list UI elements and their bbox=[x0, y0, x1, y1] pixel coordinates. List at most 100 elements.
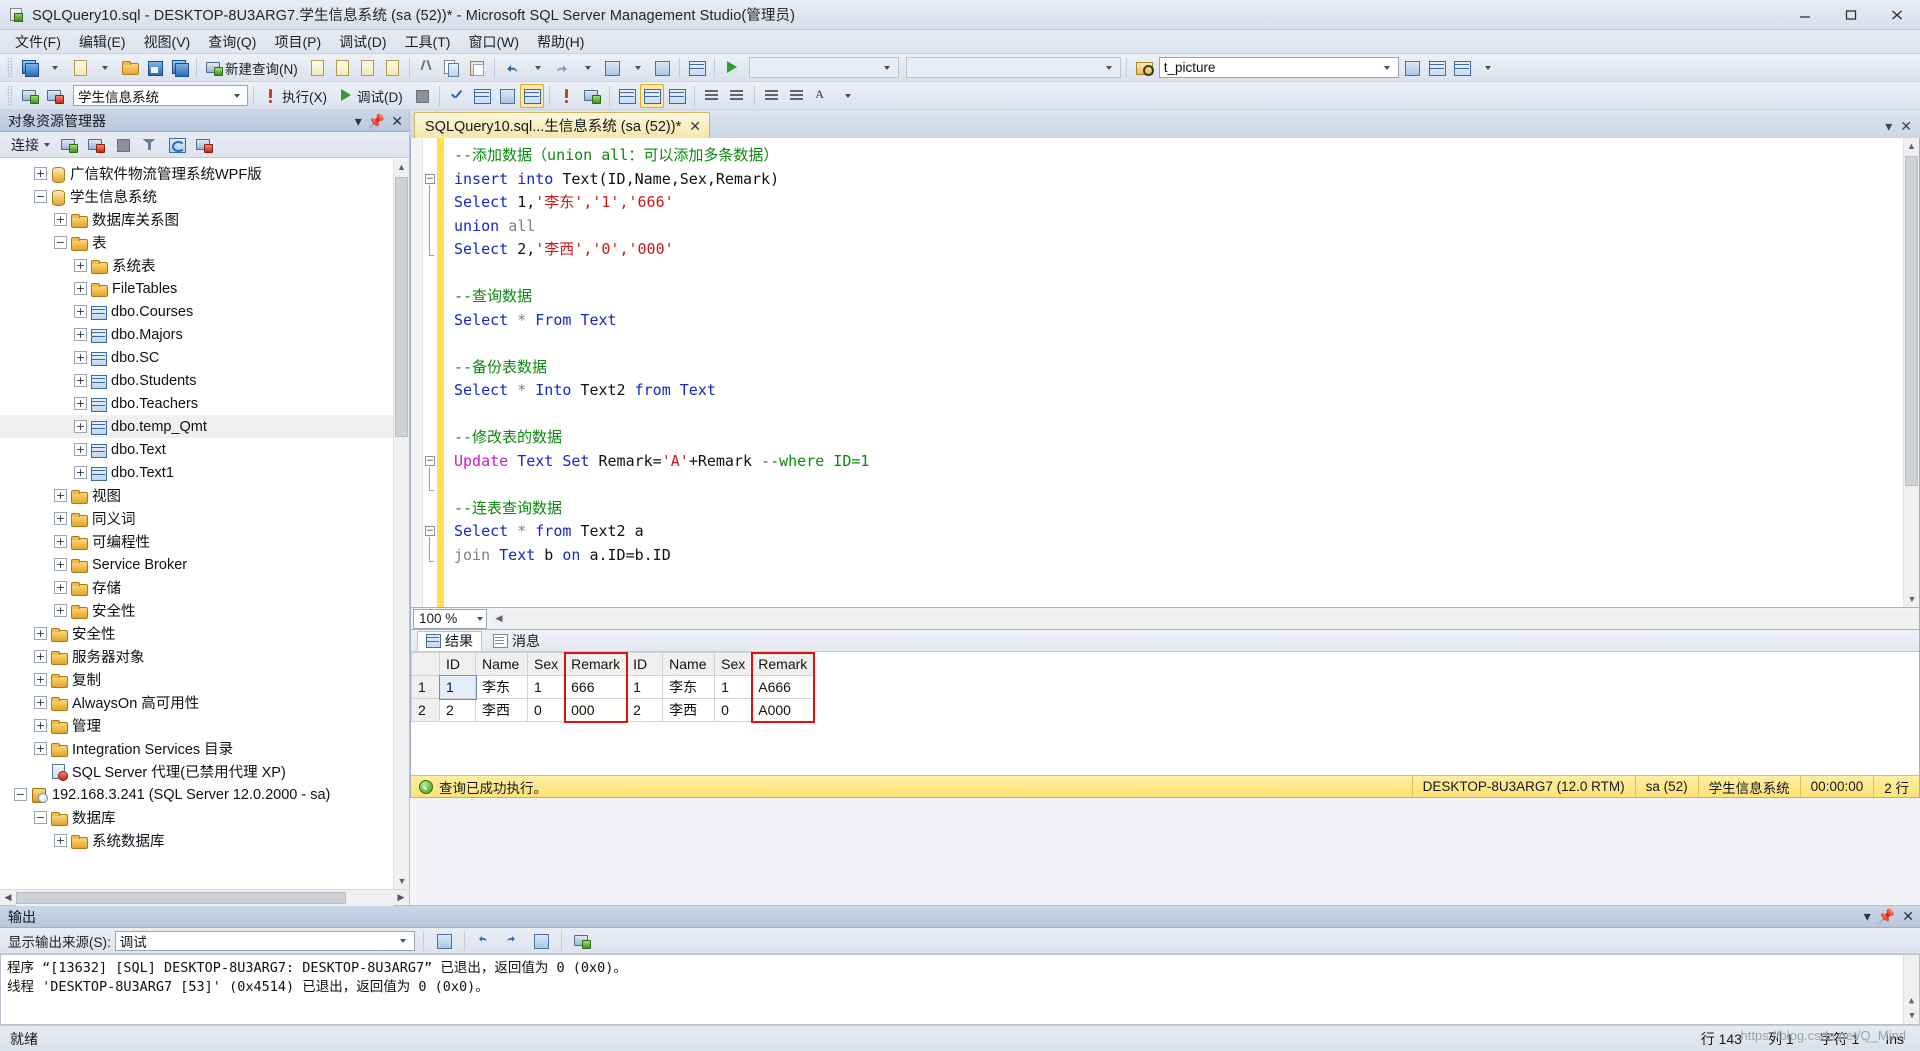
table-cell[interactable]: 1 bbox=[526, 675, 566, 699]
copy-button[interactable] bbox=[440, 56, 464, 80]
display-estimated-execution-plan-button[interactable] bbox=[470, 84, 494, 108]
object-explorer-close-icon[interactable]: ✕ bbox=[391, 114, 403, 128]
tree-node[interactable]: + dbo.Majors bbox=[0, 323, 409, 346]
sql-toolbar-grip[interactable] bbox=[7, 85, 13, 106]
table-cell[interactable]: 0 bbox=[714, 698, 753, 722]
start-debug-button[interactable] bbox=[720, 56, 744, 80]
menu-file[interactable]: 文件(F) bbox=[6, 30, 70, 54]
menu-window[interactable]: 窗口(W) bbox=[459, 30, 528, 54]
tree-node[interactable]: + AlwaysOn 高可用性 bbox=[0, 691, 409, 714]
new-analysis-services-xmla-query-button[interactable] bbox=[380, 56, 404, 80]
table-cell[interactable]: 1 bbox=[438, 674, 477, 700]
table-cell[interactable]: 1 bbox=[626, 675, 664, 699]
row-number-cell[interactable]: 2 bbox=[411, 698, 440, 722]
oe-hscroll-right-icon[interactable]: ▶ bbox=[393, 890, 409, 906]
expand-icon[interactable]: + bbox=[74, 259, 87, 272]
column-header[interactable]: ID bbox=[439, 652, 476, 676]
expand-icon[interactable]: + bbox=[74, 328, 87, 341]
parse-button[interactable] bbox=[445, 84, 469, 108]
column-header[interactable]: ID bbox=[626, 652, 664, 676]
results-to-text-button[interactable] bbox=[580, 84, 604, 108]
column-header[interactable]: Sex bbox=[714, 652, 753, 676]
navigate-forward-button[interactable] bbox=[650, 56, 674, 80]
tree-node[interactable]: + 服务器对象 bbox=[0, 645, 409, 668]
tree-node[interactable]: − 192.168.3.241 (SQL Server 12.0.2000 - s… bbox=[0, 783, 409, 806]
menu-project[interactable]: 项目(P) bbox=[265, 30, 330, 54]
editor-hscroll-left-icon[interactable]: ◀ bbox=[491, 611, 507, 627]
paste-button[interactable] bbox=[465, 56, 489, 80]
save-button[interactable] bbox=[142, 56, 166, 80]
object-explorer-tree[interactable]: + 广信软件物流管理系统WPF版 − 学生信息系统 + 数据库关系图 − 表 + 系统表 + File… bbox=[0, 158, 409, 889]
new-analysis-services-mdx-query-button[interactable] bbox=[330, 56, 354, 80]
oe-hscroll-track[interactable] bbox=[16, 889, 393, 906]
find-in-files-icon-button[interactable] bbox=[1132, 56, 1156, 80]
tree-node[interactable]: + 数据库关系图 bbox=[0, 208, 409, 231]
collapse-icon[interactable]: − bbox=[34, 190, 47, 203]
tree-node[interactable]: + 系统表 bbox=[0, 254, 409, 277]
oe-scroll-up-icon[interactable]: ▲ bbox=[394, 159, 409, 175]
font-size-button[interactable] bbox=[810, 84, 834, 108]
oe-scroll-down-icon[interactable]: ▼ bbox=[394, 873, 409, 889]
object-explorer-hscrollbar[interactable]: ◀ ▶ bbox=[0, 889, 409, 906]
table-cell[interactable]: 666 bbox=[564, 675, 628, 699]
tab-results[interactable]: 结果 bbox=[417, 630, 482, 651]
table-row[interactable]: 1 1 李东 1 666 1 李东 1 A666 bbox=[411, 674, 815, 700]
tree-node[interactable]: − 数据库 bbox=[0, 806, 409, 829]
tree-node[interactable]: + dbo.temp_Qmt bbox=[0, 415, 409, 438]
column-header[interactable]: Sex bbox=[526, 652, 566, 676]
expand-icon[interactable]: + bbox=[34, 627, 47, 640]
tab-sqlquery10[interactable]: SQLQuery10.sql...生信息系统 (sa (52))* ✕ bbox=[414, 112, 710, 138]
column-header[interactable]: Name bbox=[475, 652, 528, 676]
expand-icon[interactable]: + bbox=[54, 213, 67, 226]
cut-button[interactable] bbox=[415, 56, 439, 80]
debug-button[interactable]: 调试(D) bbox=[334, 84, 409, 108]
tree-node[interactable]: − 表 bbox=[0, 231, 409, 254]
editor-scroll-thumb[interactable] bbox=[1905, 156, 1918, 486]
new-database-engine-query-button[interactable] bbox=[305, 56, 329, 80]
window-layout-button[interactable] bbox=[1425, 56, 1449, 80]
new-project-button[interactable] bbox=[17, 56, 41, 80]
zoom-level-combo[interactable]: 100 % bbox=[413, 608, 487, 629]
results-table[interactable]: ID Name Sex Remark ID Name Sex Remark 1 1 李东 1 666 1 李… bbox=[411, 652, 815, 722]
sql-editor[interactable]: − − − --添加数据（union all：可以添加多条数据） insert int… bbox=[410, 138, 1920, 608]
tree-node[interactable]: + 广信软件物流管理系统WPF版 bbox=[0, 162, 409, 185]
object-explorer-vscrollbar[interactable]: ▲ ▼ bbox=[393, 159, 409, 889]
oe-hscroll-left-icon[interactable]: ◀ bbox=[0, 890, 16, 906]
output-find-button[interactable] bbox=[432, 929, 456, 953]
tree-node[interactable]: + 视图 bbox=[0, 484, 409, 507]
expand-icon[interactable]: + bbox=[74, 397, 87, 410]
table-cell[interactable]: 2 bbox=[626, 698, 664, 722]
oe-hscroll-thumb[interactable] bbox=[16, 891, 346, 904]
new-item-button[interactable] bbox=[67, 56, 91, 80]
row-number-header[interactable] bbox=[411, 652, 440, 676]
oe-scroll-thumb[interactable] bbox=[395, 177, 408, 437]
close-button[interactable] bbox=[1874, 0, 1920, 30]
menu-edit[interactable]: 编辑(E) bbox=[70, 30, 135, 54]
output-scroll-down-icon[interactable]: ▼ bbox=[1904, 1008, 1919, 1024]
undo-button[interactable] bbox=[500, 56, 524, 80]
menu-tools[interactable]: 工具(T) bbox=[396, 30, 460, 54]
editor-code-text[interactable]: --添加数据（union all：可以添加多条数据） insert into Te… bbox=[444, 138, 1903, 607]
expand-icon[interactable]: + bbox=[74, 305, 87, 318]
oe-disconnect-all-button[interactable] bbox=[191, 133, 215, 157]
tree-node[interactable]: + dbo.Teachers bbox=[0, 392, 409, 415]
cancel-executing-query-button[interactable] bbox=[410, 84, 434, 108]
open-file-button[interactable] bbox=[117, 56, 141, 80]
navigate-backward-button[interactable] bbox=[600, 56, 624, 80]
toolbar-overflow-chevron-icon[interactable] bbox=[1475, 56, 1499, 80]
redo-button[interactable] bbox=[550, 56, 574, 80]
expand-icon[interactable]: + bbox=[34, 673, 47, 686]
editor-scroll-up-icon[interactable]: ▲ bbox=[1904, 138, 1919, 154]
tree-node[interactable]: + 可编程性 bbox=[0, 530, 409, 553]
tree-node[interactable]: + dbo.Students bbox=[0, 369, 409, 392]
new-project-dropdown[interactable] bbox=[42, 56, 66, 80]
tree-node[interactable]: + 同义词 bbox=[0, 507, 409, 530]
object-explorer-dropdown-icon[interactable]: ▾ bbox=[355, 114, 362, 128]
expand-icon[interactable]: + bbox=[34, 167, 47, 180]
results-to-file-button[interactable] bbox=[665, 84, 689, 108]
expand-icon[interactable]: + bbox=[34, 650, 47, 663]
output-dropdown-icon[interactable]: ▾ bbox=[1864, 908, 1871, 925]
tree-node[interactable]: + 安全性 bbox=[0, 599, 409, 622]
toolbar-options-button[interactable] bbox=[1450, 56, 1474, 80]
expand-icon[interactable]: + bbox=[54, 512, 67, 525]
